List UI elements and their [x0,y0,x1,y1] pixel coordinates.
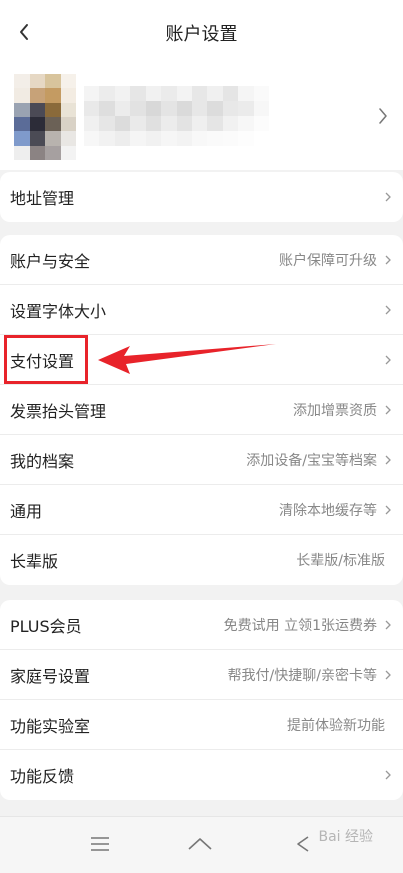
row-family-settings[interactable]: 家庭号设置 帮我付/快捷聊/亲密卡等 [0,650,403,700]
row-labs[interactable]: 功能实验室 提前体验新功能 [0,700,403,750]
chevron-right-icon [379,108,387,124]
row-label: 我的档案 [10,451,75,471]
row-label: 账户与安全 [10,251,91,271]
section-account: 账户与安全 账户保障可升级 设置字体大小 支付设置 发票抬头管理 添加增票资质 … [0,235,403,585]
chevron-right-icon [385,354,393,366]
annotation-highlight-box [4,335,88,384]
row-value: 提前体验新功能 [287,717,385,734]
chevron-right-icon [385,619,393,631]
chevron-right-icon [385,669,393,681]
row-label: 长辈版 [10,552,59,571]
row-account-security[interactable]: 账户与安全 账户保障可升级 [0,235,403,285]
chevron-right-icon [385,254,393,266]
chevron-right-icon [385,191,393,203]
avatar [14,74,76,160]
row-elder-mode[interactable]: 长辈版 长辈版/标准版 [0,535,403,585]
row-my-profile[interactable]: 我的档案 添加设备/宝宝等档案 [0,435,403,485]
menu-icon[interactable] [86,833,114,855]
row-label: 家庭号设置 [10,666,91,686]
page-title: 账户设置 [165,24,238,45]
row-value: 添加增票资质 [293,402,377,419]
row-label: 发票抬头管理 [10,401,107,421]
annotation-arrow-icon [98,344,276,374]
row-plus-member[interactable]: PLUS会员 免费试用 立领1张运费券 [0,600,403,650]
watermark: Bai 经验 [318,829,373,845]
row-label: 通用 [10,501,43,521]
row-invoice-title[interactable]: 发票抬头管理 添加增票资质 [0,385,403,435]
row-value: 账户保障可升级 [279,252,377,269]
profile-card[interactable] [0,66,403,170]
row-general[interactable]: 通用 清除本地缓存等 [0,485,403,535]
row-label: 功能实验室 [10,716,91,736]
row-label: 地址管理 [10,189,75,208]
row-label: 功能反馈 [10,767,75,786]
profile-name-blurred [84,86,269,146]
section-more: PLUS会员 免费试用 立领1张运费券 家庭号设置 帮我付/快捷聊/亲密卡等 功… [0,600,403,800]
row-label: PLUS会员 [10,616,82,636]
chevron-right-icon [385,454,393,466]
row-font-size[interactable]: 设置字体大小 [0,285,403,335]
chevron-right-icon [385,304,393,316]
row-value: 帮我付/快捷聊/亲密卡等 [227,667,377,684]
chevron-right-icon [385,769,393,781]
home-icon[interactable] [186,833,214,855]
row-value: 添加设备/宝宝等档案 [246,452,377,469]
chevron-right-icon [385,404,393,416]
header-bar: 账户设置 [0,0,403,66]
back-icon[interactable] [290,833,318,855]
row-address[interactable]: 地址管理 [0,172,403,222]
row-value: 长辈版/标准版 [296,553,385,569]
row-label: 设置字体大小 [10,301,107,321]
chevron-right-icon [385,504,393,516]
row-value: 免费试用 立领1张运费券 [223,617,377,634]
section-address: 地址管理 [0,172,403,222]
row-value: 清除本地缓存等 [279,502,377,519]
row-feedback[interactable]: 功能反馈 [0,750,403,800]
